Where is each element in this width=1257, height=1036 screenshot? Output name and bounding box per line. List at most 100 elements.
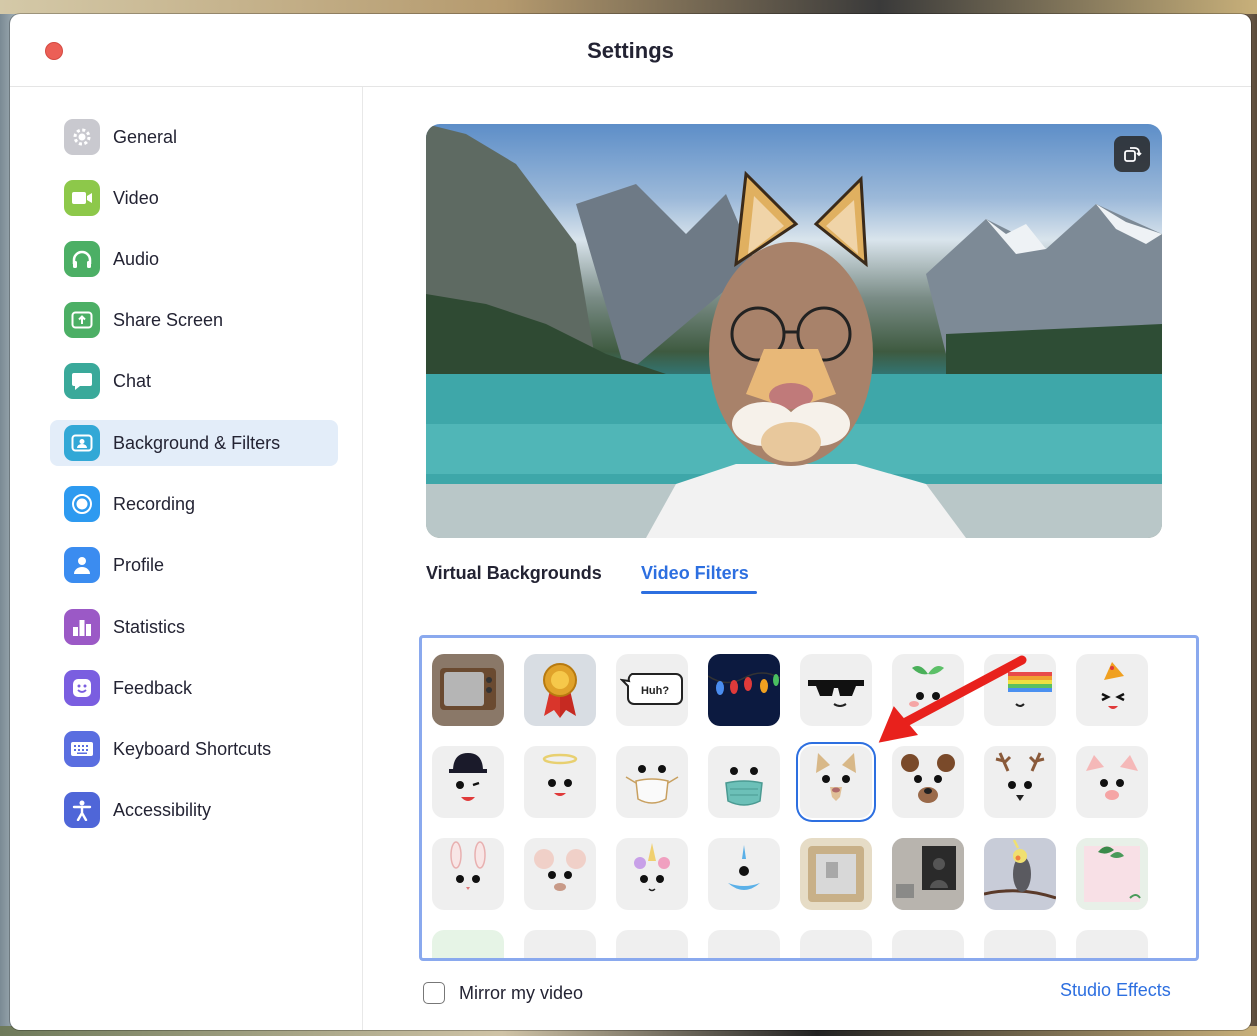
speech-bubble-text: Huh? [641, 685, 669, 697]
filter-tile-face-mask-teal[interactable] [708, 746, 780, 818]
filter-tile-cockatiel[interactable] [984, 838, 1056, 910]
video-filters-grid: Huh? [419, 635, 1199, 961]
tab-virtual-backgrounds[interactable]: Virtual Backgrounds [426, 563, 602, 584]
filter-tile-mouse[interactable] [524, 838, 596, 910]
lights-icon [708, 672, 780, 695]
bird-icon [984, 839, 1056, 900]
medal-icon [543, 663, 577, 718]
sidebar-item-label: Accessibility [113, 800, 212, 820]
title-bar: Settings [10, 14, 1251, 87]
filter-tile-leaf-frame[interactable] [1076, 838, 1148, 910]
filter-tile-sprout[interactable] [892, 654, 964, 726]
filter-tile-unicorn[interactable] [616, 838, 688, 910]
smiley-icon [64, 670, 100, 706]
sidebar-item-keyboard-shortcuts[interactable]: Keyboard Shortcuts [50, 726, 338, 772]
sidebar-item-statistics[interactable]: Statistics [50, 604, 338, 650]
sidebar-item-share-screen[interactable]: Share Screen [50, 297, 338, 343]
preview-scene [426, 124, 1162, 538]
sidebar-item-accessibility[interactable]: Accessibility [50, 787, 338, 833]
halo-icon [542, 753, 578, 796]
sidebar-item-general[interactable]: General [50, 114, 338, 160]
desktop-background-top [0, 0, 1257, 14]
filter-tile-speech-bubble[interactable]: Huh? [616, 654, 688, 726]
rotate-icon [1124, 147, 1142, 162]
narwhal-icon [728, 845, 760, 890]
mask-icon [725, 767, 763, 806]
mushroom-icon [714, 951, 774, 961]
filter-tile-partial[interactable]: z z Z [616, 930, 688, 961]
tv-icon [440, 668, 496, 710]
sidebar-item-label: Background & Filters [113, 433, 281, 453]
share-screen-icon [64, 302, 100, 338]
filter-tile-partial[interactable] [892, 930, 964, 961]
sidebar-item-video[interactable]: Video [50, 175, 338, 221]
filter-tile-cap[interactable] [432, 746, 504, 818]
record-icon [64, 486, 100, 522]
unicorn-icon [634, 843, 670, 892]
sidebar-item-chat[interactable]: Chat [50, 358, 338, 404]
bear-icon [901, 754, 955, 803]
filter-tile-sunglasses[interactable] [800, 654, 872, 726]
filter-tile-string-lights[interactable] [708, 654, 780, 726]
active-tab-underline [641, 591, 757, 594]
tab-video-filters[interactable]: Video Filters [641, 563, 749, 584]
speech-bubble-icon: Huh? [620, 673, 683, 705]
room-icon [892, 838, 964, 910]
giraffe-icon [898, 951, 958, 961]
sidebar-item-recording[interactable]: Recording [50, 481, 338, 527]
sleep-icon: z z Z [622, 951, 682, 961]
rotate-camera-button[interactable] [1114, 136, 1150, 172]
sidebar-item-audio[interactable]: Audio [50, 236, 338, 282]
headphones-icon [64, 241, 100, 277]
keyboard-icon [64, 731, 100, 767]
filter-tile-partial[interactable] [984, 930, 1056, 961]
sidebar-item-label: Audio [113, 249, 160, 269]
sidebar-item-profile[interactable]: Profile [50, 542, 338, 588]
tiara-icon [990, 951, 1050, 961]
filter-tile-cat-ears[interactable] [800, 746, 872, 818]
sidebar: General Video Audio Share Screen Chat Ba… [10, 87, 363, 1030]
filter-tile-medal[interactable] [524, 654, 596, 726]
cat-icon [816, 753, 856, 801]
filter-tile-bunny[interactable] [432, 838, 504, 910]
sidebar-item-label: Feedback [113, 678, 193, 698]
settings-window: Settings General Video Audio Share Scree… [10, 14, 1251, 1030]
svg-text:z z Z: z z Z [635, 960, 670, 961]
sidebar-item-label: Chat [113, 371, 152, 391]
main-panel: Virtual Backgrounds Video Filters Huh? M… [363, 87, 1251, 1030]
sidebar-item-label: Keyboard Shortcuts [113, 739, 272, 759]
sidebar-item-feedback[interactable]: Feedback [50, 665, 338, 711]
cap-icon [449, 753, 487, 801]
sidebar-item-background-filters[interactable]: Background & Filters [50, 420, 338, 466]
filter-tile-reindeer[interactable] [984, 746, 1056, 818]
filter-tile-bear[interactable] [892, 746, 964, 818]
filter-tile-rainbow[interactable] [984, 654, 1056, 726]
filter-tile-partial[interactable] [800, 930, 872, 958]
sidebar-item-label: Share Screen [113, 310, 224, 330]
filter-tile-partial[interactable] [432, 930, 504, 958]
flower-icon [1082, 951, 1142, 961]
bar-chart-icon [64, 609, 100, 645]
filter-tile-pig[interactable] [1076, 746, 1148, 818]
filter-tile-face-mask-white[interactable] [616, 746, 688, 818]
bunny-icon [450, 841, 486, 890]
filter-tile-partial[interactable] [1076, 930, 1148, 961]
mirror-video-checkbox[interactable] [423, 982, 445, 1004]
filter-tile-halo[interactable] [524, 746, 596, 818]
filter-tile-tv-frame[interactable] [432, 654, 504, 726]
filter-tile-picture-frame[interactable] [800, 838, 872, 910]
profile-icon [64, 547, 100, 583]
sidebar-item-label: General [113, 127, 178, 147]
chat-bubble-icon [64, 363, 100, 399]
filter-tile-narwhal[interactable] [708, 838, 780, 910]
accessibility-icon [64, 792, 100, 828]
filter-tile-room[interactable] [892, 838, 964, 910]
filter-tile-partial[interactable] [524, 930, 596, 958]
studio-effects-link[interactable]: Studio Effects [1060, 980, 1171, 1001]
filter-tile-party-hat[interactable] [1076, 654, 1148, 726]
sidebar-item-label: Profile [113, 555, 165, 575]
frame-icon [808, 846, 864, 902]
mirror-video-option[interactable]: Mirror my video [423, 982, 583, 1004]
filter-tile-partial[interactable] [708, 930, 780, 961]
sidebar-item-label: Recording [113, 494, 196, 514]
